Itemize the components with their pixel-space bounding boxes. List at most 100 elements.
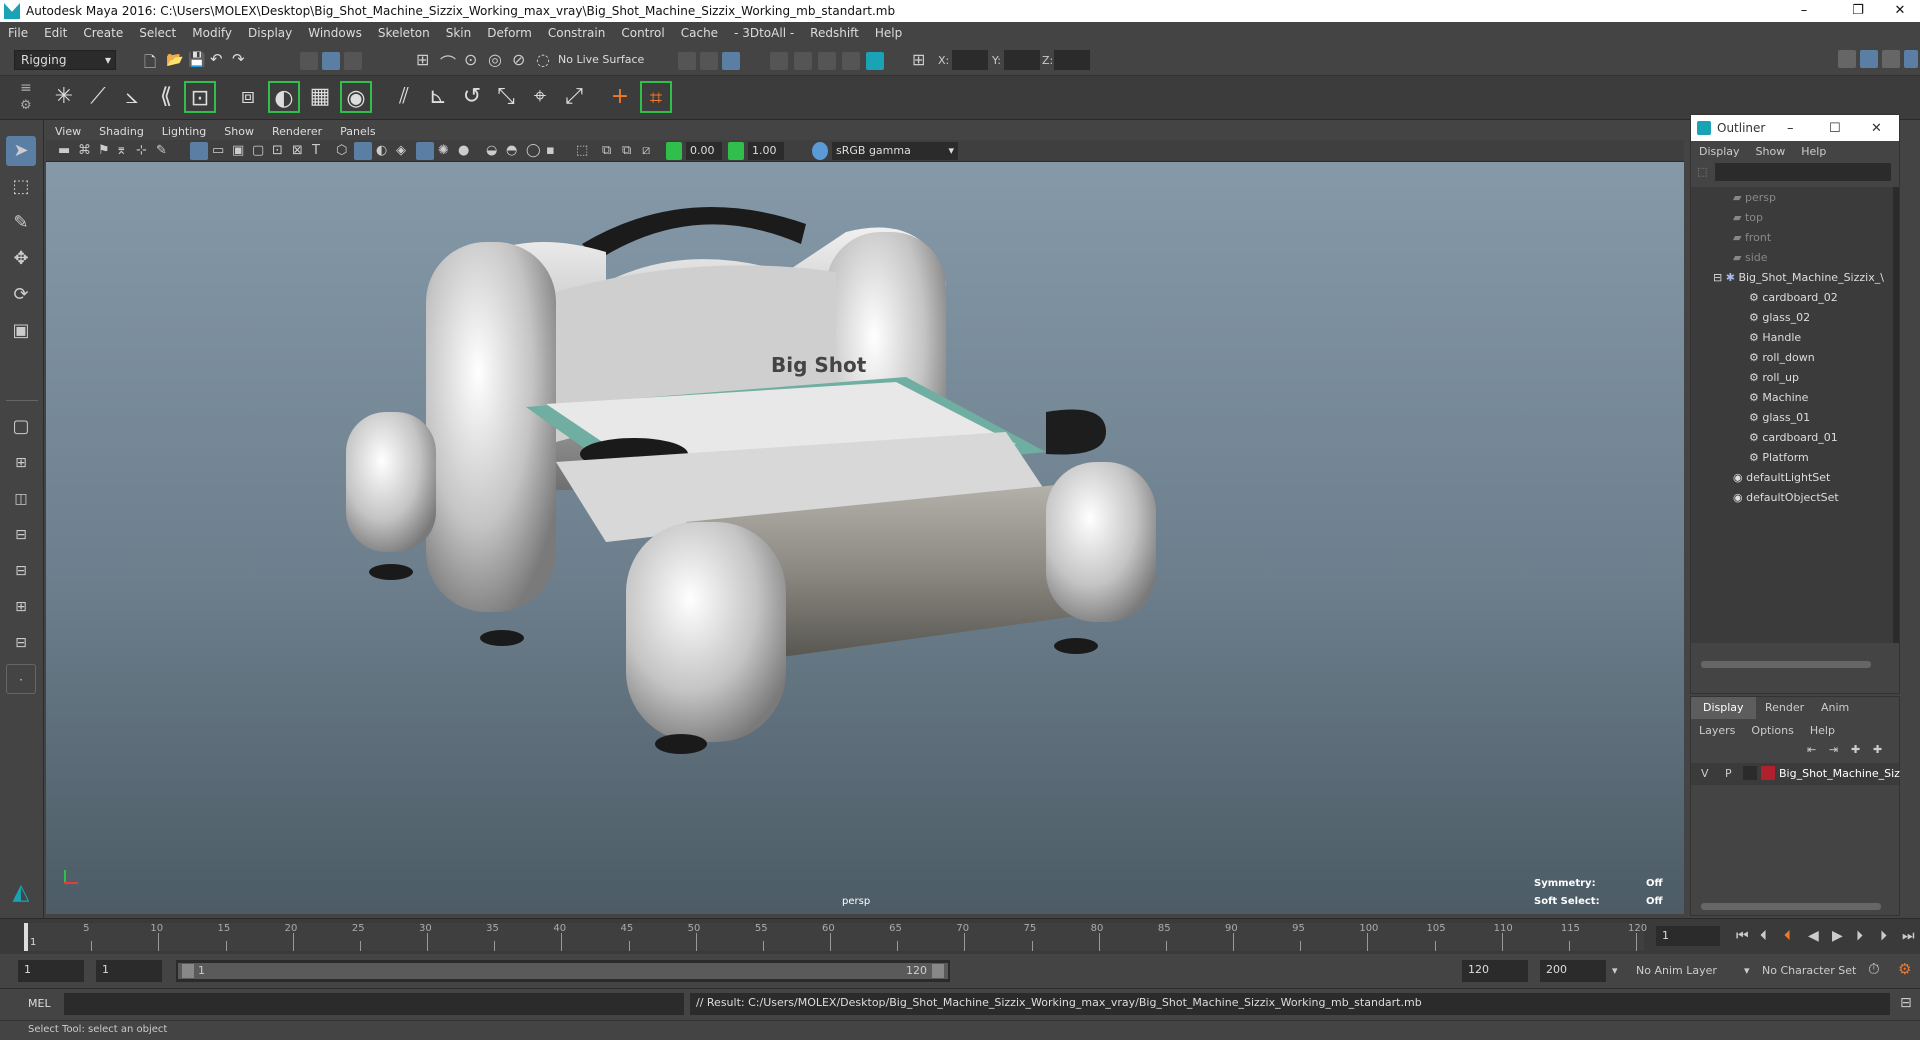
go-to-end-icon[interactable]: ⏭ xyxy=(1902,928,1915,944)
outliner-item[interactable]: ◉ defaultLightSet xyxy=(1733,471,1830,491)
xray-joints-icon[interactable]: ⧉ xyxy=(622,143,631,158)
custom-layout-icon[interactable]: ⊟ xyxy=(6,628,36,658)
outliner-item[interactable]: ◉ defaultObjectSet xyxy=(1733,491,1839,511)
start-frame-field[interactable]: 1 xyxy=(18,960,84,982)
ik-spline-icon[interactable]: ⦣ xyxy=(116,81,148,113)
outliner-item[interactable]: ▰ side xyxy=(1733,251,1768,271)
color-management-icon[interactable] xyxy=(812,142,828,160)
input-ops-icon[interactable] xyxy=(678,52,696,70)
render-view-icon[interactable] xyxy=(770,52,788,70)
go-to-start-icon[interactable]: ⏮ xyxy=(1736,928,1749,944)
redo-icon[interactable]: ↷ xyxy=(232,50,245,68)
new-scene-icon[interactable]: 🗋 xyxy=(144,52,156,77)
layer-playback-toggle[interactable]: P xyxy=(1725,767,1732,780)
menu-deform[interactable]: Deform xyxy=(479,26,540,40)
pole-vector-icon[interactable]: ⤢ xyxy=(558,81,590,113)
live-surface-label[interactable]: No Live Surface xyxy=(558,53,644,66)
script-mode-label[interactable]: MEL xyxy=(28,997,51,1010)
render-settings-icon[interactable] xyxy=(842,52,860,70)
viewport-persp[interactable]: Big Shot persp Symmetry: Off Soft Select… xyxy=(46,162,1684,914)
joint-tool-icon[interactable]: ✳ xyxy=(48,81,80,113)
select-hierarchy-icon[interactable] xyxy=(300,52,318,70)
xray-components-icon[interactable]: ⧄ xyxy=(642,143,650,158)
outliner-item[interactable]: ⚙ Platform xyxy=(1749,451,1809,471)
open-scene-icon[interactable]: 📂 xyxy=(166,52,183,68)
menu-help[interactable]: Help xyxy=(867,26,910,40)
layer-color-swatch[interactable] xyxy=(1761,766,1775,780)
auto-key-icon[interactable]: ⏱ xyxy=(1868,960,1880,978)
range-start-handle[interactable] xyxy=(182,964,194,978)
menu-skin[interactable]: Skin xyxy=(438,26,480,40)
snap-grid-icon[interactable]: ⊞ xyxy=(416,50,429,69)
exposure-icon[interactable] xyxy=(666,142,682,160)
wrap-deformer-icon[interactable]: ◉ xyxy=(340,81,372,113)
step-forward-frame-icon[interactable]: ⏵ xyxy=(1856,928,1863,944)
outliner-item[interactable]: ⚙ roll_down xyxy=(1749,351,1815,371)
tool-settings-icon[interactable] xyxy=(1882,50,1900,68)
transform-constraint-icon[interactable]: ⊞ xyxy=(912,50,925,69)
safe-action-icon[interactable]: ⊠ xyxy=(292,143,303,158)
viewport-menu-show[interactable]: Show xyxy=(215,125,263,138)
end-frame-field[interactable]: 120 xyxy=(1462,960,1528,982)
move-tool-icon[interactable]: ✥ xyxy=(6,244,36,274)
outliner-item[interactable]: ⚙ roll_up xyxy=(1749,371,1799,391)
exposure-field[interactable]: 0.00 xyxy=(686,142,722,160)
outliner-maximize-button[interactable]: ☐ xyxy=(1829,121,1841,136)
step-back-key-icon[interactable]: ⏴ xyxy=(1760,928,1767,944)
select-component-icon[interactable] xyxy=(344,52,362,70)
bind-skin-icon[interactable]: ⧈ xyxy=(232,81,264,113)
outliner-filter-icon[interactable]: ⬚ xyxy=(1697,165,1707,178)
menu-select[interactable]: Select xyxy=(131,26,184,40)
smooth-shade-icon[interactable] xyxy=(354,142,372,160)
outliner-item[interactable]: ▰ top xyxy=(1733,211,1763,231)
restore-button[interactable]: ❐ xyxy=(1838,0,1878,22)
layer-visibility-toggle[interactable]: V xyxy=(1701,767,1709,780)
shadows-icon[interactable]: ✺ xyxy=(438,143,449,158)
outliner-item[interactable]: ⚙ glass_02 xyxy=(1749,311,1810,331)
layer-menu-help[interactable]: Help xyxy=(1802,724,1843,737)
viewport-menu-lighting[interactable]: Lighting xyxy=(153,125,215,138)
menu-display[interactable]: Display xyxy=(240,26,300,40)
output-ops-icon[interactable] xyxy=(700,52,718,70)
paint-select-icon[interactable]: ✎ xyxy=(6,208,36,238)
gate-mask-icon[interactable]: ▢ xyxy=(252,143,264,158)
character-set-dropdown[interactable]: No Character Set xyxy=(1758,960,1878,982)
anti-aliasing-icon[interactable]: ◯ xyxy=(526,143,541,158)
viewport-menu-panels[interactable]: Panels xyxy=(331,125,384,138)
gamma-field[interactable]: 1.00 xyxy=(748,142,784,160)
hypershade-layout-icon[interactable]: ⊞ xyxy=(6,592,36,622)
lights-icon[interactable]: ● xyxy=(458,143,469,158)
chevron-down-icon[interactable]: ▾ xyxy=(1612,964,1618,977)
outliner-close-button[interactable]: ✕ xyxy=(1871,121,1882,136)
viewport-menu-view[interactable]: View xyxy=(46,125,90,138)
anim-end-field[interactable]: 200 xyxy=(1540,960,1606,982)
camera-attributes-icon[interactable]: ⌘ xyxy=(78,143,91,158)
blend-shape-icon[interactable]: ▦ xyxy=(304,81,336,113)
image-plane-icon[interactable]: ⌆ xyxy=(116,143,127,158)
step-forward-key-icon[interactable]: ⏵ xyxy=(1880,928,1887,944)
outliner-menu-show[interactable]: Show xyxy=(1748,145,1794,158)
outliner-horizontal-scrollbar[interactable] xyxy=(1701,661,1871,668)
menu-3dtoall[interactable]: - 3DtoAll - xyxy=(726,26,802,40)
single-view-icon[interactable]: ▢ xyxy=(6,412,36,442)
resolution-gate-icon[interactable]: ▣ xyxy=(232,143,244,158)
safe-title-icon[interactable]: T xyxy=(312,143,320,158)
use-all-lights-icon[interactable] xyxy=(416,142,434,160)
minimize-button[interactable]: – xyxy=(1784,0,1824,22)
outliner-persp-graph-icon[interactable]: ⊟ xyxy=(6,556,36,586)
play-backwards-icon[interactable]: ◀ xyxy=(1808,928,1819,944)
menu-edit[interactable]: Edit xyxy=(36,26,75,40)
snap-view-icon[interactable]: ◎ xyxy=(488,50,502,69)
attribute-editor-icon[interactable] xyxy=(1860,50,1878,68)
lattice-icon[interactable]: ◐ xyxy=(268,81,300,113)
layer-menu-options[interactable]: Options xyxy=(1743,724,1801,737)
aim-constraint-icon[interactable]: ⊾ xyxy=(422,81,454,113)
x-field[interactable] xyxy=(952,50,988,70)
snap-surface-icon[interactable]: ⊘ xyxy=(512,50,525,69)
hypershade-icon[interactable] xyxy=(866,52,884,70)
outliner-item[interactable]: ⚙ cardboard_02 xyxy=(1749,291,1838,311)
outliner-vertical-scrollbar[interactable] xyxy=(1893,187,1899,643)
snap-point-icon[interactable]: ⊙ xyxy=(464,50,477,69)
grid-toggle-icon[interactable] xyxy=(190,142,208,160)
layer-menu-layers[interactable]: Layers xyxy=(1691,724,1743,737)
